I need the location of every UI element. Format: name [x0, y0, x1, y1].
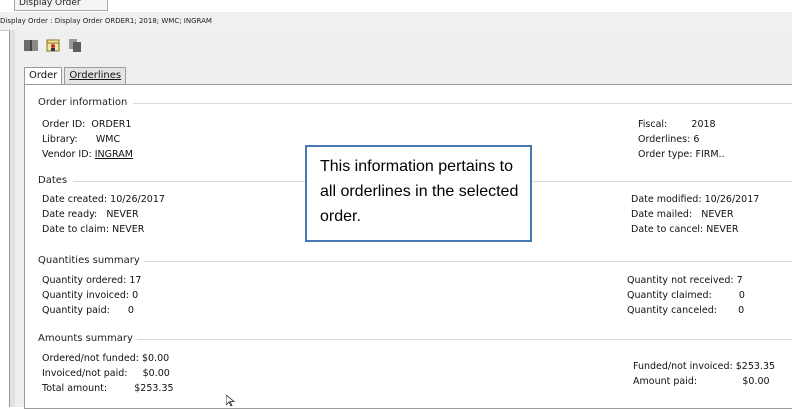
field-label: Funded/not invoiced: — [633, 361, 733, 372]
group-title: Amounts summary — [38, 333, 137, 344]
ordered-not-funded-row: Ordered/not funded: $0.00 — [42, 353, 169, 364]
funded-not-invoiced-value: $253.35 — [735, 361, 776, 372]
field-label: Date ready: — [42, 209, 98, 220]
quantity-claimed-row: Quantity claimed: 0 — [627, 290, 745, 301]
field-label: Invoiced/not paid: — [42, 368, 128, 379]
group-title: Quantities summary — [38, 255, 144, 266]
tab-orderlines[interactable]: Orderlines — [64, 67, 127, 85]
group-title: Order information — [38, 97, 132, 108]
amount-paid-row: Amount paid: $0.00 — [633, 376, 770, 387]
date-mailed-value: NEVER — [701, 209, 734, 220]
quantities-summary-group: Quantities summary Quantity ordered: 17 … — [33, 255, 792, 321]
field-label: Fiscal: — [638, 119, 668, 130]
library-row: Library: WMC — [42, 134, 120, 145]
field-label: Ordered/not funded: — [42, 353, 139, 364]
quantity-canceled-value: 0 — [738, 305, 745, 316]
tab-orderlines-label: Orderlines — [69, 70, 122, 81]
order-type-value: FIRM.. — [695, 149, 725, 160]
field-label: Quantity ordered: — [42, 275, 127, 286]
group-divider — [133, 103, 792, 104]
group-divider — [127, 339, 792, 340]
order-id-row: Order ID: ORDER1 — [42, 119, 131, 130]
field-label: Date modified: — [631, 194, 702, 205]
quantity-claimed-value: 0 — [738, 290, 745, 301]
orderlines-value: 6 — [693, 134, 700, 145]
order-tab-panel: Order information Order ID: ORDER1 Libra… — [24, 84, 792, 409]
group-title: Dates — [38, 175, 72, 186]
group-divider — [133, 261, 792, 262]
date-created-value: 10/26/2017 — [110, 194, 165, 205]
date-to-claim-row: Date to claim: NEVER — [42, 224, 144, 235]
field-label: Quantity paid: — [42, 305, 110, 316]
date-ready-row: Date ready: NEVER — [42, 209, 139, 220]
mouse-cursor-icon — [226, 395, 236, 407]
field-label: Date to claim: — [42, 224, 110, 235]
quantity-not-received-row: Quantity not received: 7 — [627, 275, 743, 286]
quantity-not-received-value: 7 — [736, 275, 743, 286]
field-label: Orderlines: — [638, 134, 691, 145]
date-modified-value: 10/26/2017 — [704, 194, 760, 205]
field-label: Total amount: — [42, 383, 108, 394]
orderlines-row: Orderlines: 6 — [638, 134, 699, 145]
info-callout: This information pertains to all orderli… — [305, 145, 532, 242]
field-label: Amount paid: — [633, 376, 698, 387]
field-label: Order type: — [638, 149, 693, 160]
quantity-ordered-value: 17 — [129, 275, 142, 286]
copy-pages-icon[interactable] — [67, 37, 83, 53]
quantity-invoiced-value: 0 — [132, 290, 139, 301]
library-value: WMC — [95, 134, 121, 145]
field-label: Date created: — [42, 194, 108, 205]
toolbar — [23, 35, 83, 55]
date-to-claim-value: NEVER — [112, 224, 145, 235]
date-mailed-row: Date mailed: NEVER — [631, 209, 733, 220]
calendar-person-icon[interactable] — [45, 37, 61, 53]
quantity-ordered-row: Quantity ordered: 17 — [42, 275, 141, 286]
vendor-id-row: Vendor ID: INGRAM — [42, 149, 133, 160]
date-created-row: Date created: 10/26/2017 — [42, 194, 165, 205]
field-label: Library: — [42, 134, 78, 145]
date-ready-value: NEVER — [106, 209, 139, 220]
ordered-not-funded-value: $0.00 — [141, 353, 170, 364]
invoiced-not-paid-row: Invoiced/not paid: $0.00 — [42, 368, 170, 379]
amounts-summary-group: Amounts summary Ordered/not funded: $0.0… — [33, 333, 792, 405]
fiscal-value: 2018 — [691, 119, 716, 130]
funded-not-invoiced-row: Funded/not invoiced: $253.35 — [633, 361, 775, 372]
order-id-value: ORDER1 — [91, 119, 132, 130]
window-title-bar: Display Order : Display Order ORDER1; 20… — [0, 12, 792, 31]
quantity-paid-row: Quantity paid: 0 — [42, 305, 134, 316]
field-label: Date to cancel: — [631, 224, 704, 235]
book-icon[interactable] — [23, 37, 39, 53]
field-label: Date mailed: — [631, 209, 693, 220]
window-tab[interactable]: Display Order — [14, 0, 108, 11]
field-label: Quantity canceled: — [627, 305, 717, 316]
date-to-cancel-value: NEVER — [706, 224, 739, 235]
date-modified-row: Date modified: 10/26/2017 — [631, 194, 759, 205]
quantity-invoiced-row: Quantity invoiced: 0 — [42, 290, 138, 301]
field-label: Quantity claimed: — [627, 290, 712, 301]
total-amount-row: Total amount: $253.35 — [42, 383, 174, 394]
vendor-id-link[interactable]: INGRAM — [95, 149, 133, 160]
total-amount-value: $253.35 — [134, 383, 174, 394]
quantity-canceled-row: Quantity canceled: 0 — [627, 305, 744, 316]
field-label: Order ID: — [42, 119, 86, 130]
fiscal-row: Fiscal: 2018 — [638, 119, 716, 130]
date-to-cancel-row: Date to cancel: NEVER — [631, 224, 739, 235]
quantity-paid-value: 0 — [127, 305, 134, 316]
window-title: Display Order : Display Order ORDER1; 20… — [0, 17, 212, 25]
amount-paid-value: $0.00 — [742, 376, 770, 387]
field-label: Quantity invoiced: — [42, 290, 130, 301]
order-type-row: Order type: FIRM.. — [638, 149, 725, 160]
invoiced-not-paid-value: $0.00 — [142, 368, 170, 379]
field-label: Vendor ID: — [42, 149, 92, 160]
field-label: Quantity not received: — [627, 275, 734, 286]
